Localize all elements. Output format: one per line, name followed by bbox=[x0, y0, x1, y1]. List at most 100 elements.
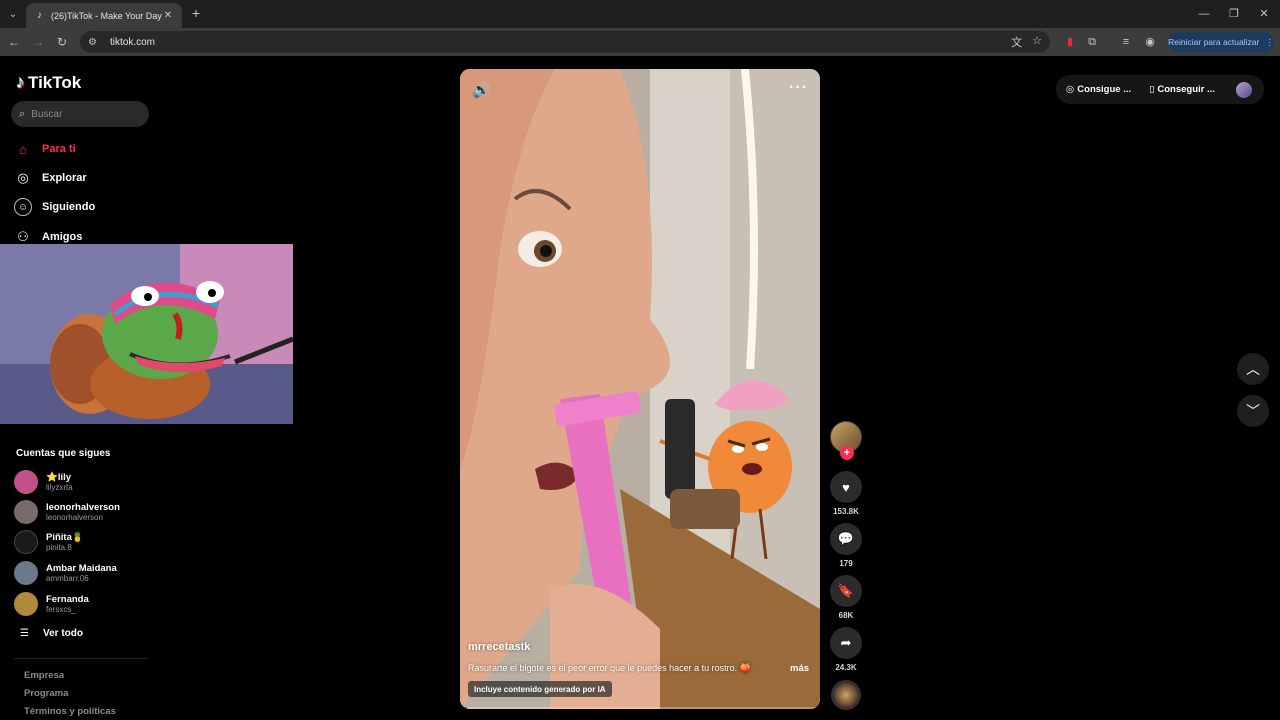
followed-account[interactable]: ⭐lily lilyzxrta bbox=[14, 470, 73, 494]
top-right-actions: ◎ Consigue ... ▯ Conseguir ... bbox=[1056, 75, 1264, 104]
avatar bbox=[14, 592, 38, 616]
comment-action[interactable]: 💬 179 bbox=[830, 523, 862, 568]
tab-title: (26)TikTok - Make Your Day bbox=[51, 10, 162, 21]
translate-icon[interactable]: 文 bbox=[1011, 34, 1022, 50]
nav-label: Siguiendo bbox=[42, 201, 96, 213]
saves-count: 68K bbox=[838, 611, 854, 620]
update-button-label: Reiniciar para actualizar bbox=[1168, 37, 1260, 47]
ai-content-label: Incluye contenido generado por IA bbox=[468, 681, 612, 697]
account-handle: fersxcs_ bbox=[46, 604, 76, 614]
back-arrow-icon[interactable]: ← bbox=[6, 34, 22, 50]
nav-label: Explorar bbox=[42, 172, 87, 184]
see-all-link[interactable]: ☰ Ver todo bbox=[20, 628, 83, 639]
account-handle: ammbarr.06 bbox=[46, 573, 89, 583]
footer-link-program[interactable]: Programa bbox=[24, 688, 68, 699]
minimize-icon[interactable]: — bbox=[1196, 6, 1212, 22]
footer-link-terms[interactable]: Términos y políticas bbox=[24, 706, 116, 717]
footer-link-company[interactable]: Empresa bbox=[24, 670, 64, 681]
avatar bbox=[14, 530, 38, 554]
account-name: Piñita🍍 bbox=[46, 531, 84, 543]
user-avatar[interactable] bbox=[1236, 82, 1252, 98]
video-player[interactable]: 🔊 ··· mrrecetastk Rasurarte el bigote es… bbox=[460, 69, 820, 709]
previous-video-chevron-up-icon[interactable]: ︿ bbox=[1237, 353, 1269, 385]
restart-update-button[interactable]: Reiniciar para actualizar ⋮ bbox=[1168, 32, 1274, 52]
search-input[interactable]: ⌕ Buscar bbox=[11, 101, 149, 127]
nav-following[interactable]: ☺ Siguiendo bbox=[14, 198, 95, 216]
nav-label: Amigos bbox=[42, 231, 83, 243]
browser-toolbar: ← → ↻ ⚙ tiktok.com 文 ☆ ▮ ⧉ ≡ ◉ Reiniciar… bbox=[0, 28, 1280, 56]
close-tab-icon[interactable]: ✕ bbox=[162, 10, 174, 22]
brand-name: TikTok bbox=[28, 72, 82, 92]
account-name: Fernanda bbox=[46, 593, 89, 605]
share-action[interactable]: ➦ 24.3K bbox=[830, 627, 862, 672]
nav-for-you[interactable]: ⌂ Para ti bbox=[14, 140, 76, 158]
music-disc-icon[interactable] bbox=[831, 680, 861, 710]
likes-count: 153.8K bbox=[833, 507, 859, 516]
frog-turkey-emote-image bbox=[0, 244, 293, 424]
nav-explore[interactable]: ◎ Explorar bbox=[14, 169, 87, 187]
bookmark-icon[interactable]: 🔖 bbox=[830, 575, 862, 607]
new-tab-plus-icon[interactable]: + bbox=[188, 5, 204, 21]
following-accounts-heading: Cuentas que sigues bbox=[16, 448, 111, 459]
get-coins-label: Consigue ... bbox=[1077, 84, 1132, 95]
url-text: tiktok.com bbox=[110, 36, 156, 48]
account-handle: leonorhalverson bbox=[46, 512, 103, 522]
browser-tab[interactable]: ♪ (26)TikTok - Make Your Day ✕ bbox=[26, 3, 182, 28]
nav-label: Para ti bbox=[42, 143, 76, 155]
video-progress-bar[interactable] bbox=[460, 707, 820, 709]
get-app-button[interactable]: ▯ Conseguir ... bbox=[1149, 84, 1215, 95]
see-all-label: Ver todo bbox=[42, 628, 83, 639]
following-icon: ☺ bbox=[14, 198, 32, 216]
like-action[interactable]: ♥ 153.8K bbox=[830, 471, 862, 516]
extension-red-icon[interactable]: ▮ bbox=[1062, 34, 1078, 50]
video-author[interactable]: mrrecetastk bbox=[468, 641, 530, 653]
restore-icon[interactable]: ❐ bbox=[1226, 6, 1242, 22]
compass-icon: ◎ bbox=[17, 170, 29, 185]
profile-avatar-icon[interactable]: ◉ bbox=[1142, 34, 1158, 50]
stream-overlay-image bbox=[0, 244, 293, 424]
account-handle: lilyzxrta bbox=[46, 482, 73, 492]
reload-icon[interactable]: ↻ bbox=[54, 34, 70, 50]
tiktok-logo[interactable]: ♪ TikTok bbox=[16, 72, 81, 93]
get-coins-button[interactable]: ◎ Consigue ... bbox=[1066, 84, 1131, 95]
video-description: Rasurarte el bigote es el peor error que… bbox=[468, 663, 751, 673]
volume-icon[interactable]: 🔊 bbox=[472, 81, 491, 99]
followed-account[interactable]: Piñita🍍 pinita.8 bbox=[14, 530, 84, 554]
search-placeholder: Buscar bbox=[31, 108, 63, 120]
address-bar[interactable]: ⚙ tiktok.com 文 ☆ bbox=[80, 31, 1050, 53]
coin-icon: ◎ bbox=[1066, 84, 1075, 95]
bookmark-star-icon[interactable]: ☆ bbox=[1032, 34, 1042, 50]
followed-account[interactable]: leonorhalverson leonorhalverson bbox=[14, 500, 120, 524]
browser-tab-strip: ⌄ ♪ (26)TikTok - Make Your Day ✕ + — ❐ ✕ bbox=[0, 0, 1280, 28]
extensions-puzzle-icon[interactable]: ⧉ bbox=[1084, 34, 1100, 50]
phone-icon: ▯ bbox=[1149, 84, 1155, 95]
search-icon: ⌕ bbox=[19, 107, 26, 120]
tiktok-note-icon: ♪ bbox=[16, 72, 25, 92]
avatar bbox=[14, 561, 38, 585]
next-video-chevron-down-icon[interactable]: ﹀ bbox=[1237, 395, 1269, 427]
heart-icon[interactable]: ♥ bbox=[830, 471, 862, 503]
close-window-icon[interactable]: ✕ bbox=[1256, 6, 1272, 22]
tiktok-favicon-icon: ♪ bbox=[37, 10, 42, 21]
home-icon: ⌂ bbox=[19, 141, 27, 157]
kebab-menu-icon: ⋮ bbox=[1265, 36, 1274, 47]
site-settings-icon[interactable]: ⚙ bbox=[88, 37, 102, 48]
comments-count: 179 bbox=[839, 559, 853, 568]
video-progress-fill bbox=[460, 707, 468, 709]
share-icon[interactable]: ➦ bbox=[830, 627, 862, 659]
account-name: Ambar Maidana bbox=[46, 562, 117, 574]
reading-list-icon[interactable]: ≡ bbox=[1118, 34, 1134, 50]
comment-icon[interactable]: 💬 bbox=[830, 523, 862, 555]
followed-account[interactable]: Fernanda fersxcs_ bbox=[14, 592, 89, 616]
follow-plus-icon[interactable]: + bbox=[840, 446, 854, 460]
avatar bbox=[14, 470, 38, 494]
more-description-link[interactable]: más bbox=[790, 663, 809, 674]
divider bbox=[14, 658, 148, 659]
tab-list-chevron-icon[interactable]: ⌄ bbox=[4, 5, 22, 23]
forward-arrow-icon[interactable]: → bbox=[30, 34, 46, 50]
sidebar: ♪ TikTok ⌕ Buscar ⌂ Para ti ◎ Explorar ☺… bbox=[0, 56, 300, 720]
more-options-icon[interactable]: ··· bbox=[789, 79, 808, 97]
get-app-label: Conseguir ... bbox=[1157, 84, 1215, 95]
followed-account[interactable]: Ambar Maidana ammbarr.06 bbox=[14, 561, 117, 585]
save-action[interactable]: 🔖 68K bbox=[830, 575, 862, 620]
